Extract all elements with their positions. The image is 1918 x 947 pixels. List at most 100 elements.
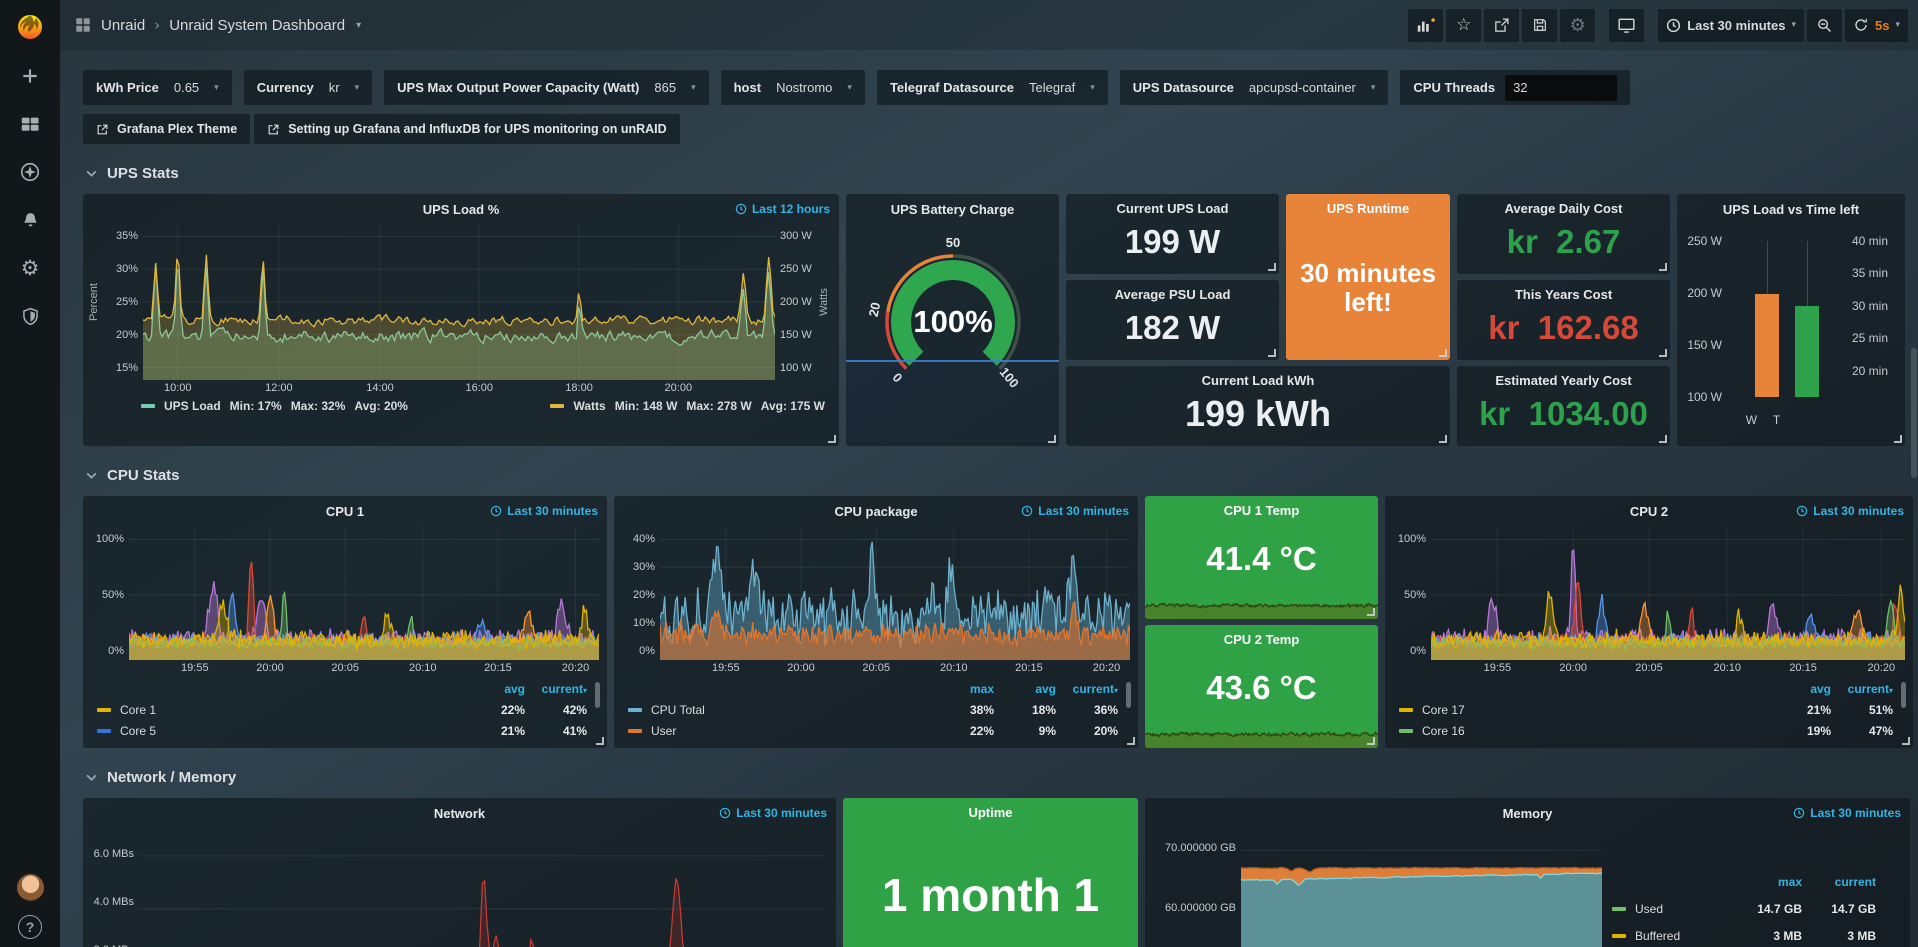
create-plus-icon[interactable] (0, 52, 60, 100)
section-network-memory[interactable]: Network / Memory (85, 769, 1918, 786)
legend-col-header[interactable]: current▾ (1831, 682, 1893, 696)
link-ups-monitoring-guide[interactable]: Setting up Grafana and InfluxDB for UPS … (254, 114, 679, 144)
configuration-gear-icon[interactable]: ⚙ (0, 244, 60, 292)
panel-title[interactable]: UPS Load vs Time left (1723, 202, 1859, 217)
breadcrumb-caret-icon[interactable]: ▾ (356, 20, 361, 31)
legend-col-header[interactable]: current▾ (1056, 682, 1118, 696)
share-button[interactable] (1484, 9, 1519, 42)
legend-row[interactable]: Core 1 22% 42% (97, 699, 587, 720)
panel-time-range[interactable]: Last 30 minutes (1021, 504, 1129, 518)
alerting-bell-icon[interactable] (0, 196, 60, 244)
add-panel-button[interactable] (1408, 9, 1443, 42)
panel-title[interactable]: Memory (1503, 806, 1553, 821)
caret-down-icon: ▾ (1791, 20, 1796, 30)
y-axis-ticks: 40%30%20%10%0% (618, 526, 660, 660)
bar-chart[interactable] (1727, 226, 1847, 412)
legend-col-header[interactable]: max (1728, 875, 1802, 889)
legend-col-header[interactable]: avg (463, 682, 525, 696)
panel-this-years-cost: This Years Cost kr 162.68 (1457, 280, 1670, 360)
legend-row[interactable]: CPU Total 38% 18% 36% (628, 699, 1118, 720)
legend-item-watts[interactable]: Watts Min: 148 W Max: 278 W Avg: 175 W (550, 399, 825, 413)
dashboard-grid-icon[interactable] (74, 16, 92, 34)
breadcrumb-dashboard-title[interactable]: Unraid System Dashboard (169, 17, 345, 34)
panel-title[interactable]: CPU 1 (326, 504, 364, 519)
breadcrumb-folder[interactable]: Unraid (101, 17, 145, 34)
ups-stat-grid: Current UPS Load 199 W UPS Runtime 30 mi… (1066, 194, 1670, 446)
legend-col-header[interactable]: avg (994, 682, 1056, 696)
network-chart[interactable] (139, 828, 828, 947)
caret-down-icon: ▾ (847, 83, 852, 93)
star-button[interactable]: ☆ (1446, 9, 1481, 42)
legend-row[interactable]: Core 17 21% 51% (1399, 699, 1893, 720)
section-ups-stats[interactable]: UPS Stats (85, 165, 1918, 182)
legend-scrollbar[interactable] (1126, 682, 1131, 708)
navbar-actions: ☆ ⚙ Last 30 minutes ▾ (1405, 9, 1908, 42)
help-icon[interactable]: ? (18, 915, 42, 939)
panel-time-range[interactable]: Last 30 minutes (1796, 504, 1904, 518)
dashboard-settings-gear-icon[interactable]: ⚙ (1560, 9, 1595, 42)
cycle-view-tv-button[interactable] (1609, 9, 1644, 42)
panel-title[interactable]: UPS Battery Charge (891, 202, 1015, 217)
legend-row[interactable]: Core 16 19% 47% (1399, 720, 1893, 741)
legend-col-header[interactable]: current▾ (525, 682, 587, 696)
panel-time-range[interactable]: Last 30 minutes (719, 806, 827, 820)
explore-compass-icon[interactable] (0, 148, 60, 196)
legend-col-header[interactable]: avg (1769, 682, 1831, 696)
panel-title[interactable]: UPS Load % (423, 202, 500, 217)
cpu2-chart[interactable] (1431, 526, 1905, 660)
battery-gauge: 02050100100% (846, 220, 1059, 442)
legend-scrollbar[interactable] (595, 682, 600, 708)
main-area: Unraid › Unraid System Dashboard ▾ ☆ ⚙ (60, 0, 1918, 947)
section-cpu-stats[interactable]: CPU Stats (85, 467, 1918, 484)
panel-title[interactable]: Network (434, 806, 485, 821)
variable-kwh-price[interactable]: kWh Price 0.65 ▾ (83, 70, 232, 105)
legend: UPS Load Min: 17% Max: 32% Avg: 20% Watt… (83, 396, 839, 422)
bar-T (1795, 306, 1819, 397)
memory-chart[interactable] (1241, 828, 1602, 947)
variable-telegraf-datasource[interactable]: Telegraf Datasource Telegraf ▾ (877, 70, 1108, 105)
sidebar-nav: ⚙ (0, 52, 60, 340)
variable-currency[interactable]: Currency kr ▾ (244, 70, 372, 105)
stat-value: 199 kWh (1185, 388, 1331, 446)
cpu1-chart[interactable] (129, 526, 599, 660)
cpu-threads-input[interactable] (1505, 75, 1617, 101)
panel-time-range[interactable]: Last 30 minutes (1793, 806, 1901, 820)
legend-col-header[interactable]: max (932, 682, 994, 696)
ups-load-chart[interactable] (143, 224, 775, 380)
caret-down-icon: ▾ (355, 83, 360, 93)
template-variables: kWh Price 0.65 ▾ Currency kr ▾ UPS Max O… (83, 70, 1918, 105)
panel-current-load-kwh: Current Load kWh 199 kWh (1066, 366, 1450, 446)
legend-row[interactable]: User 22% 9% 20% (628, 720, 1118, 741)
zoom-out-button[interactable] (1807, 9, 1842, 42)
legend-row[interactable]: Core 5 21% 41% (97, 720, 587, 741)
legend-col-header[interactable]: current (1802, 875, 1876, 889)
variable-ups-datasource[interactable]: UPS Datasource apcupsd-container ▾ (1120, 70, 1389, 105)
time-range-picker[interactable]: Last 30 minutes ▾ (1658, 9, 1804, 42)
dashboards-icon[interactable] (0, 100, 60, 148)
stat-value: kr 162.68 (1488, 302, 1638, 360)
page-scrollbar[interactable] (1911, 348, 1917, 478)
panel-title[interactable]: CPU 2 (1630, 504, 1668, 519)
variable-host[interactable]: host Nostromo ▾ (721, 70, 865, 105)
refresh-interval-label: 5s (1875, 18, 1889, 33)
panel-time-range[interactable]: Last 12 hours (735, 202, 830, 216)
user-avatar[interactable] (17, 874, 44, 901)
variable-ups-max-output[interactable]: UPS Max Output Power Capacity (Watt) 865… (384, 70, 708, 105)
panel-ups-runtime: UPS Runtime 30 minutes left! (1286, 194, 1450, 360)
legend-row[interactable]: Used 14.7 GB 14.7 GB (1612, 895, 1876, 922)
navbar: Unraid › Unraid System Dashboard ▾ ☆ ⚙ (60, 0, 1918, 50)
panel-average-daily-cost: Average Daily Cost kr 2.67 (1457, 194, 1670, 274)
legend-row[interactable]: Buffered 3 MB 3 MB (1612, 922, 1876, 947)
save-button[interactable] (1522, 9, 1557, 42)
cpu-package-chart[interactable] (660, 526, 1130, 660)
panel-time-range[interactable]: Last 30 minutes (490, 504, 598, 518)
grafana-logo-icon[interactable] (0, 0, 60, 52)
link-grafana-plex-theme[interactable]: Grafana Plex Theme (83, 114, 250, 144)
caret-down-icon: ▾ (1371, 83, 1376, 93)
refresh-button[interactable]: 5s ▾ (1845, 9, 1908, 42)
y-axis-ticks: 100%50%0% (87, 526, 129, 660)
legend-item-ups-load[interactable]: UPS Load Min: 17% Max: 32% Avg: 20% (141, 399, 408, 413)
server-admin-shield-icon[interactable] (0, 292, 60, 340)
panel-title[interactable]: CPU package (834, 504, 917, 519)
legend-scrollbar[interactable] (1901, 682, 1906, 708)
